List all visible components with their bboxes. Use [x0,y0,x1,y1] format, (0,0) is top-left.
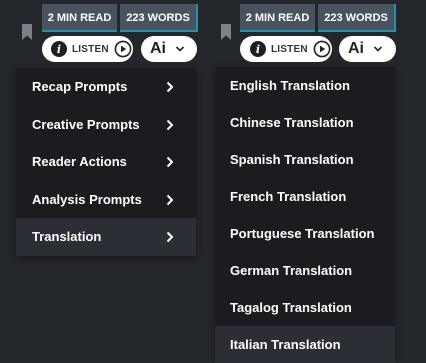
menu-item-portuguese-translation[interactable]: Portuguese Translation [215,215,395,252]
menu-item-german-translation[interactable]: German Translation [215,252,395,289]
read-time-badge: 2 MIN READ [42,4,117,32]
read-time-badge: 2 MIN READ [240,4,315,32]
chevron-down-icon [175,46,185,52]
listen-label: LISTEN [72,43,109,55]
menu-item-french-translation[interactable]: French Translation [215,178,395,215]
menu-item-analysis-prompts[interactable]: Analysis Prompts [16,181,196,219]
listen-button[interactable]: i LISTEN [42,36,133,62]
info-icon: i [51,41,67,57]
play-circle-icon [313,40,331,58]
chevron-right-icon [166,119,174,130]
word-count-badge: 223 WORDS [318,4,396,32]
menu-item-label: Reader Actions [32,154,127,170]
ai-prompts-menu: Recap Prompts Creative Prompts Reader Ac… [16,68,196,256]
bookmark-icon[interactable] [221,24,231,40]
ai-dropdown-button[interactable]: Ai [339,36,396,62]
info-icon: i [250,41,266,57]
menu-item-reader-actions[interactable]: Reader Actions [16,143,196,181]
play-circle-icon [114,40,132,58]
menu-item-spanish-translation[interactable]: Spanish Translation [215,141,395,178]
menu-item-label: Analysis Prompts [32,191,142,207]
listen-button[interactable]: i LISTEN [240,36,332,62]
chevron-right-icon [166,231,174,243]
ai-dropdown-button[interactable]: Ai [141,36,197,62]
article-toolbar-right: 2 MIN READ 223 WORDS i LISTEN Ai English… [200,0,426,363]
menu-item-chinese-translation[interactable]: Chinese Translation [215,104,395,141]
ai-label: Ai [150,40,166,57]
article-toolbar-left: 2 MIN READ 223 WORDS i LISTEN Ai Recap P… [0,0,210,360]
menu-item-italian-translation[interactable]: Italian Translation [215,326,395,363]
chevron-right-icon [166,81,174,93]
chevron-right-icon [166,156,174,168]
word-count-badge: 223 WORDS [120,4,198,32]
menu-item-label: Recap Prompts [32,79,128,95]
ai-label: Ai [348,40,364,57]
chevron-down-icon [373,46,383,52]
listen-label: LISTEN [271,43,308,55]
menu-item-translation[interactable]: Translation [16,218,196,256]
chevron-right-icon [166,194,174,205]
translation-menu: English Translation Chinese Translation … [215,67,395,363]
bookmark-icon[interactable] [22,24,32,40]
menu-item-english-translation[interactable]: English Translation [215,67,395,104]
menu-item-tagalog-translation[interactable]: Tagalog Translation [215,289,395,326]
menu-item-label: Creative Prompts [32,116,140,132]
menu-item-creative-prompts[interactable]: Creative Prompts [16,106,196,144]
menu-item-recap-prompts[interactable]: Recap Prompts [16,68,196,106]
menu-item-label: Translation [32,229,102,245]
